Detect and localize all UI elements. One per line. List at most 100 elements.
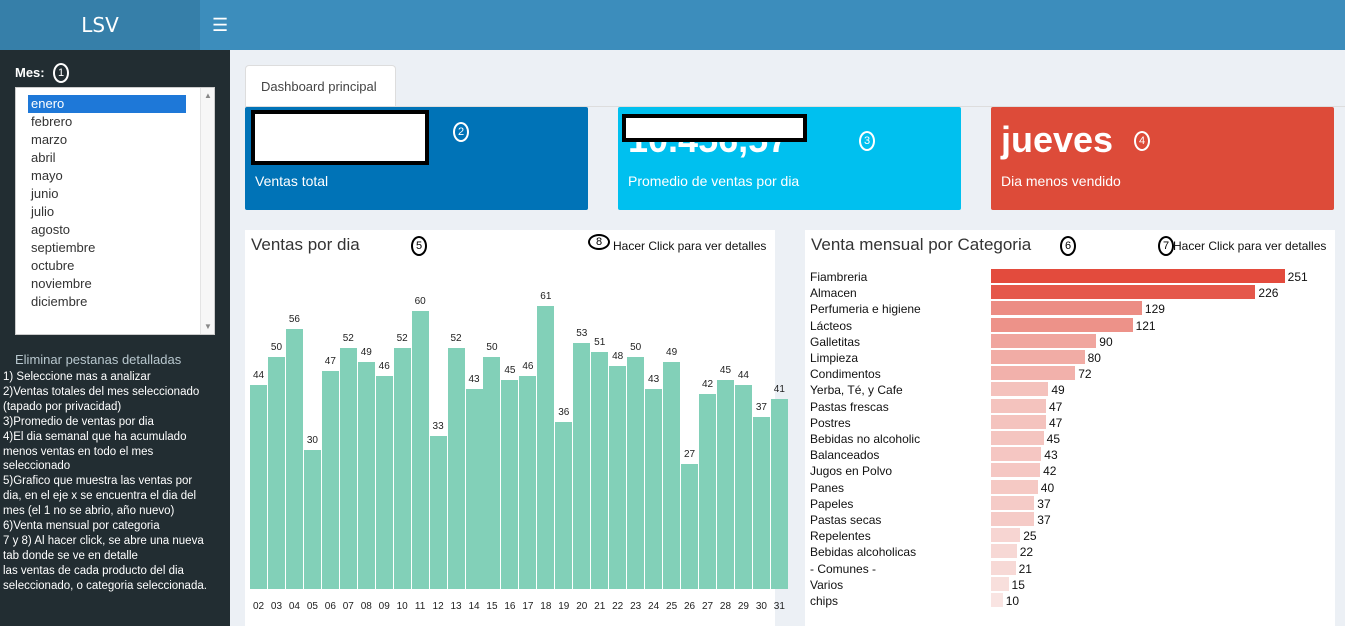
category-bar[interactable]	[991, 285, 1256, 300]
category-bar[interactable]	[991, 366, 1076, 381]
category-bar[interactable]	[991, 398, 1046, 413]
month-option[interactable]: mayo	[28, 167, 186, 185]
category-bar[interactable]	[991, 269, 1285, 283]
day-bar[interactable]	[770, 398, 788, 589]
value-box-ventas-total: Ventas total 2	[245, 107, 588, 210]
category-value: 251	[1287, 270, 1308, 284]
category-bar[interactable]	[991, 512, 1035, 526]
category-bar[interactable]	[991, 333, 1097, 348]
day-bar[interactable]	[716, 380, 734, 589]
bar-value-label: 42	[701, 379, 714, 391]
month-option[interactable]: julio	[28, 203, 186, 221]
instruction-line: 6)Venta mensual por categoria	[3, 520, 160, 533]
day-bar[interactable]	[285, 329, 303, 589]
ventas-detail-link[interactable]: Hacer Click para ver detalles	[613, 239, 766, 253]
top-navbar	[0, 0, 1345, 50]
month-list-scrollbar[interactable]: ▲ ▼	[200, 88, 214, 334]
category-bar[interactable]	[991, 576, 1009, 591]
month-option[interactable]: enero	[28, 95, 186, 113]
category-bar[interactable]	[991, 544, 1017, 559]
bar-value-label: 44	[252, 369, 265, 381]
category-bar[interactable]	[991, 382, 1049, 397]
day-bar[interactable]	[537, 305, 555, 589]
scroll-up-icon[interactable]: ▲	[204, 91, 212, 100]
category-label: Repelentes	[810, 529, 871, 544]
day-bar[interactable]	[501, 380, 519, 589]
day-bar[interactable]	[663, 361, 681, 589]
month-option[interactable]: octubre	[28, 257, 186, 275]
marker-7: 7	[1158, 236, 1174, 256]
day-bar[interactable]	[250, 384, 267, 589]
category-bar[interactable]	[991, 414, 1046, 429]
day-bar[interactable]	[645, 389, 663, 589]
category-label: Balanceados	[810, 448, 880, 463]
category-bar[interactable]	[991, 447, 1042, 462]
bar-value-label: 56	[288, 314, 300, 326]
category-bar[interactable]	[991, 317, 1133, 332]
month-option[interactable]: junio	[28, 185, 186, 203]
category-bar[interactable]	[991, 463, 1041, 478]
category-bar[interactable]	[991, 350, 1085, 364]
day-bar[interactable]	[699, 394, 716, 589]
day-bar[interactable]	[321, 370, 339, 589]
day-bar[interactable]	[573, 343, 591, 589]
category-value: 47	[1048, 415, 1063, 430]
day-bar[interactable]	[411, 310, 429, 589]
day-bar[interactable]	[752, 417, 770, 589]
instruction-line: 2)Ventas totales del mes seleccionado	[3, 385, 200, 398]
month-option[interactable]: marzo	[28, 131, 186, 149]
category-value: 47	[1048, 399, 1063, 414]
app-logo[interactable]: LSV	[0, 0, 200, 50]
month-option[interactable]: diciembre	[28, 293, 186, 311]
day-bar[interactable]	[465, 389, 483, 589]
category-bar[interactable]	[991, 431, 1044, 445]
day-bar[interactable]	[519, 375, 537, 589]
category-bar[interactable]	[991, 495, 1035, 510]
month-option[interactable]: noviembre	[28, 275, 186, 293]
day-bar[interactable]	[591, 352, 609, 589]
day-bar[interactable]	[483, 357, 501, 589]
day-bar[interactable]	[447, 347, 465, 589]
venta-categoria-title: Venta mensual por Categoria	[811, 235, 1032, 254]
remove-tabs-link[interactable]: Eliminar pestanas detalladas	[15, 352, 181, 367]
bar-value-label: 47	[324, 355, 336, 367]
day-bar[interactable]	[393, 347, 411, 589]
day-bar[interactable]	[303, 449, 321, 589]
category-value: 15	[1011, 577, 1025, 592]
day-bar[interactable]	[357, 361, 375, 589]
category-bar[interactable]	[991, 528, 1021, 543]
tab-dashboard-principal[interactable]: Dashboard principal	[245, 65, 396, 107]
bar-value-label: 44	[737, 369, 749, 381]
month-option[interactable]: agosto	[28, 221, 186, 239]
category-label: Yerba, Té, y Cafe	[810, 383, 903, 398]
bar-value-label: 50	[630, 342, 642, 353]
scroll-down-icon[interactable]: ▼	[204, 322, 212, 331]
day-bar[interactable]	[734, 384, 752, 589]
category-bar[interactable]	[991, 479, 1038, 494]
marker-8: 8	[588, 234, 610, 250]
day-bar[interactable]	[681, 463, 699, 589]
privacy-mask	[622, 114, 807, 142]
day-bar[interactable]	[627, 357, 645, 589]
bar-value-label: 43	[648, 374, 660, 386]
day-bar[interactable]	[555, 421, 573, 589]
category-label: Papeles	[810, 496, 854, 511]
month-select-list[interactable]: ▲ ▼ enero febrero marzo abril mayo junio julio…	[15, 87, 215, 335]
month-option[interactable]: abril	[28, 149, 186, 167]
category-bar[interactable]	[991, 560, 1016, 575]
dia-menos-value: jueves	[1001, 119, 1114, 160]
month-option[interactable]: febrero	[28, 113, 186, 131]
day-bar[interactable]	[429, 435, 447, 589]
category-bar[interactable]	[991, 301, 1142, 316]
categoria-detail-link[interactable]: Hacer Click para ver detalles	[1173, 239, 1326, 253]
day-bar[interactable]	[375, 375, 393, 589]
day-bar[interactable]	[339, 347, 357, 589]
day-bar[interactable]	[609, 366, 627, 589]
bar-value-label: 50	[486, 342, 498, 353]
category-bar[interactable]	[991, 593, 1003, 607]
month-option[interactable]: septiembre	[28, 239, 186, 257]
hamburger-icon[interactable]: ☰	[212, 14, 230, 36]
instruction-line: (tapado por privacidad)	[3, 400, 122, 413]
day-bar[interactable]	[267, 357, 285, 589]
bar-value-label: 27	[683, 448, 696, 460]
